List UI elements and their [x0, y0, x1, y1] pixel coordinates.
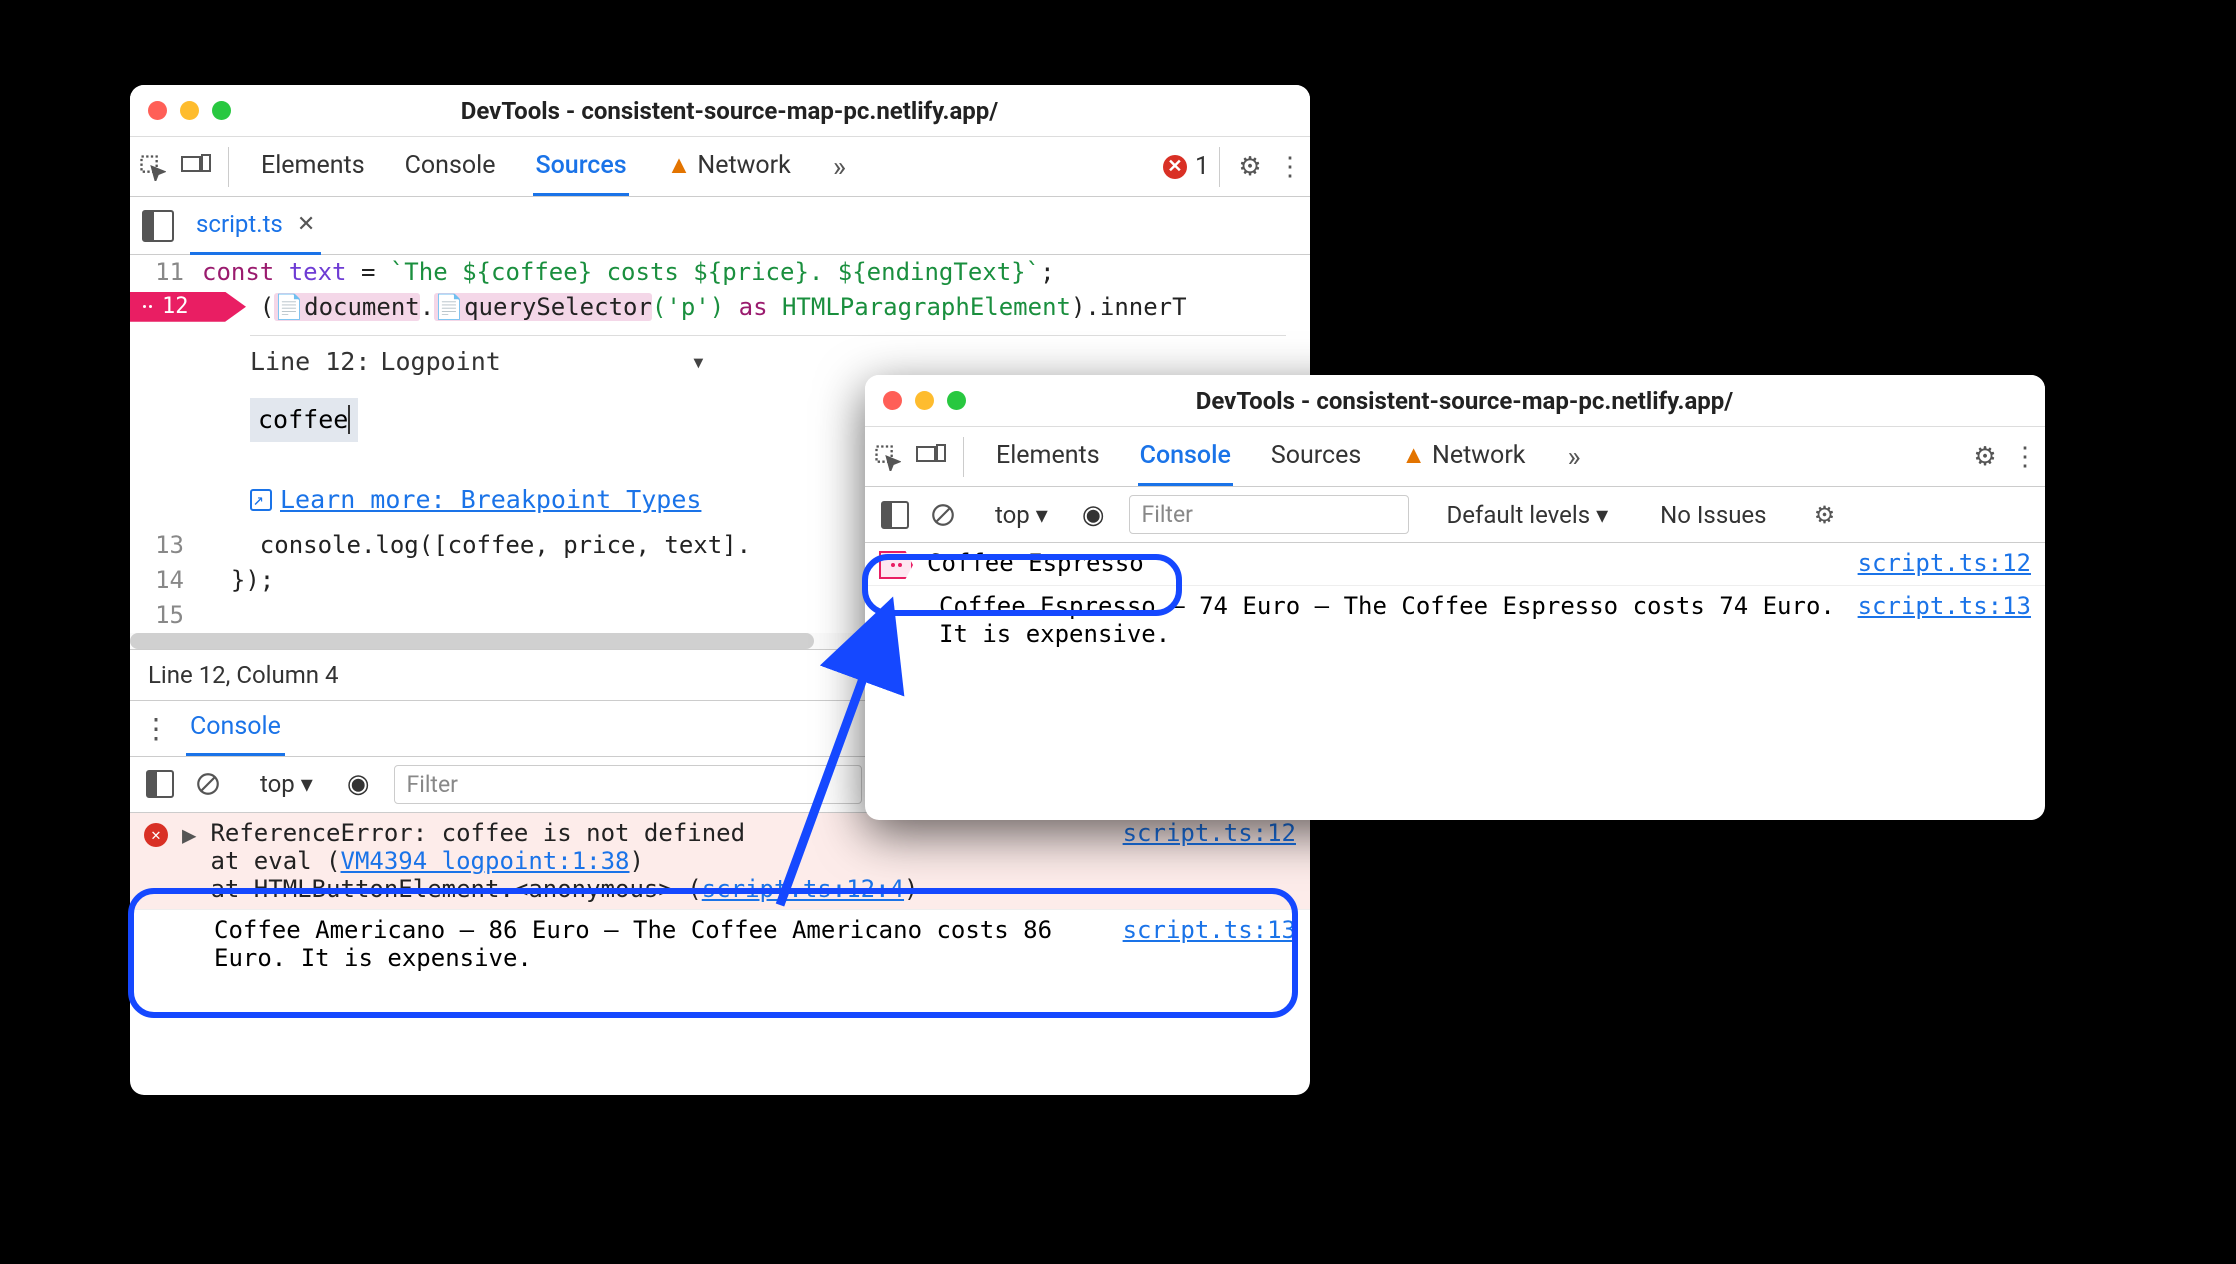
error-icon: ✕ [144, 823, 168, 847]
live-expression-icon[interactable]: ◉ [347, 769, 370, 799]
source-link[interactable]: script.ts:12 [1123, 819, 1296, 847]
filter-input[interactable]: Filter [394, 765, 862, 804]
file-tab-script[interactable]: script.ts ✕ [190, 196, 321, 255]
chevron-down-icon: ▾ [301, 770, 313, 798]
clear-console-icon[interactable] [190, 766, 226, 802]
settings-icon[interactable]: ⚙ [1805, 501, 1845, 529]
close-icon[interactable] [883, 391, 902, 410]
inspect-icon[interactable] [130, 145, 174, 189]
stack-link[interactable]: VM4394 logpoint:1:38 [341, 847, 630, 875]
main-toolbar: Elements Console Sources ▲Network » ⚙ ⋮ [865, 427, 2045, 487]
chevron-down-icon: ▾ [1036, 501, 1048, 529]
chevron-down-icon: ▾ [1596, 501, 1608, 529]
zoom-icon[interactable] [212, 101, 231, 120]
tab-network[interactable]: ▲Network [665, 138, 793, 196]
chevron-down-icon[interactable]: ▾ [691, 344, 706, 380]
tab-console[interactable]: Console [403, 138, 498, 196]
kebab-icon[interactable]: ⋮ [1270, 152, 1310, 182]
settings-icon[interactable]: ⚙ [1230, 152, 1270, 182]
issues-link[interactable]: No Issues [1646, 501, 1780, 529]
tab-console[interactable]: Console [1138, 428, 1233, 486]
tab-sources[interactable]: Sources [533, 138, 628, 196]
logpoint-input[interactable]: coffee [250, 398, 358, 442]
stack-frame: at eval (VM4394 logpoint:1:38) [210, 847, 1108, 875]
source-link[interactable]: script.ts:13 [1858, 592, 2031, 620]
close-tab-icon[interactable]: ✕ [297, 212, 315, 237]
file-name: script.ts [196, 210, 283, 238]
more-tabs-icon[interactable]: » [1567, 440, 1580, 473]
filter-input[interactable]: Filter [1129, 495, 1409, 534]
device-icon[interactable] [174, 145, 218, 189]
more-tabs-icon[interactable]: » [833, 150, 846, 183]
line-number: 13 [130, 528, 202, 563]
error-circle-icon: ✕ [1163, 155, 1187, 179]
console-toolbar: top▾ ◉ Filter Default levels▾ No Issues … [865, 487, 2045, 543]
sidebar-toggle-icon[interactable] [142, 210, 174, 242]
log-levels-selector[interactable]: Default levels▾ [1433, 501, 1623, 529]
kebab-icon[interactable]: ⋮ [142, 712, 170, 745]
context-selector[interactable]: top▾ [985, 501, 1058, 529]
sidebar-toggle-icon[interactable] [142, 766, 178, 802]
external-link-icon [250, 489, 272, 511]
annotation-highlight [862, 554, 1182, 616]
zoom-icon[interactable] [947, 391, 966, 410]
inspect-icon[interactable] [865, 435, 909, 479]
window-title: DevTools - consistent-source-map-pc.netl… [984, 387, 2045, 415]
line-number: 14 [130, 563, 202, 598]
close-icon[interactable] [148, 101, 167, 120]
file-tabs: script.ts ✕ [130, 197, 1310, 255]
panel-tabs: Elements Console Sources ▲Network [239, 138, 813, 196]
error-count[interactable]: ✕ 1 [1163, 152, 1209, 181]
traffic-lights [130, 101, 249, 120]
tab-sources[interactable]: Sources [1269, 428, 1363, 486]
window-title: DevTools - consistent-source-map-pc.netl… [249, 97, 1310, 125]
minimize-icon[interactable] [180, 101, 199, 120]
cursor-position: Line 12, Column 4 [148, 661, 338, 689]
tab-network[interactable]: ▲Network [1399, 428, 1527, 486]
live-expression-icon[interactable]: ◉ [1082, 500, 1105, 530]
line-number: 15 [130, 598, 202, 633]
logpoint-marker-icon[interactable]: 12 [130, 292, 246, 322]
kebab-icon[interactable]: ⋮ [2005, 442, 2045, 472]
main-toolbar: Elements Console Sources ▲Network » ✕ 1 … [130, 137, 1310, 197]
console-prompt[interactable]: ❯ [865, 654, 2045, 699]
expand-icon[interactable]: ▶ [182, 821, 196, 849]
device-icon[interactable] [909, 435, 953, 479]
warning-icon: ▲ [1401, 441, 1426, 470]
line-number: 11 [130, 255, 202, 290]
drawer-tab-console[interactable]: Console [186, 700, 285, 756]
titlebar: DevTools - consistent-source-map-pc.netl… [865, 375, 2045, 427]
tab-elements[interactable]: Elements [994, 428, 1102, 486]
panel-tabs: Elements Console Sources ▲Network [974, 428, 1547, 486]
annotation-highlight [128, 888, 1298, 1018]
sidebar-toggle-icon[interactable] [877, 497, 913, 533]
context-selector[interactable]: top▾ [250, 770, 323, 798]
error-message: ReferenceError: coffee is not defined [210, 819, 1108, 847]
titlebar: DevTools - consistent-source-map-pc.netl… [130, 85, 1310, 137]
minimize-icon[interactable] [915, 391, 934, 410]
tab-elements[interactable]: Elements [259, 138, 367, 196]
warning-icon: ▲ [667, 151, 692, 180]
clear-console-icon[interactable] [925, 497, 961, 533]
traffic-lights [865, 391, 984, 410]
source-link[interactable]: script.ts:12 [1858, 549, 2031, 577]
settings-icon[interactable]: ⚙ [1965, 442, 2005, 472]
